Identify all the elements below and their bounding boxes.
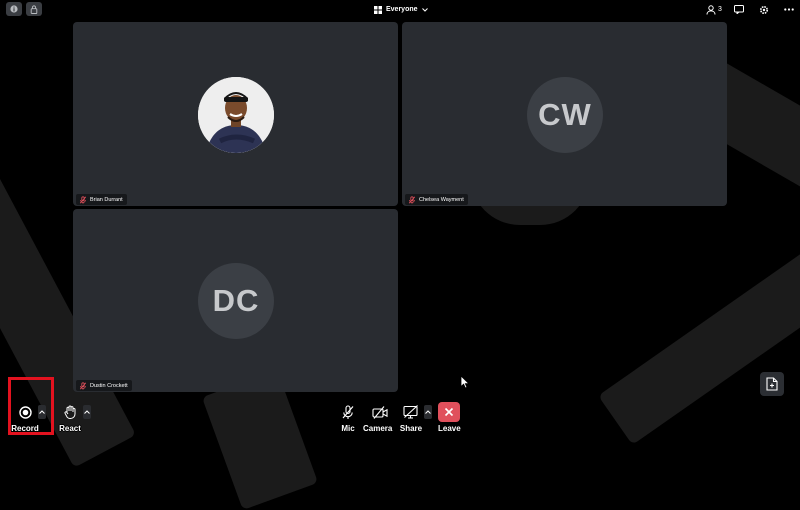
participant-tile[interactable]: Brian Durrant [73, 22, 398, 206]
record-icon [18, 405, 32, 419]
avatar-initials: DC [212, 283, 260, 318]
participant-name-tag: Chelsea Wayment [405, 194, 468, 205]
react-label: React [59, 424, 81, 433]
participant-count: 3 [718, 6, 722, 13]
leave-label: Leave [438, 424, 461, 433]
document-add-icon [766, 377, 778, 391]
participant-name-tag: Dustin Crockett [76, 380, 132, 391]
mic-muted-icon [408, 195, 416, 204]
record-label: Record [11, 424, 39, 433]
mic-label: Mic [341, 424, 355, 433]
chat-icon [734, 5, 744, 14]
camera-button[interactable] [369, 402, 391, 422]
participant-name: Chelsea Wayment [419, 196, 464, 203]
participant-tile[interactable]: DC Dustin Crockett [73, 209, 398, 392]
mouse-cursor-icon [460, 375, 470, 389]
mic-muted-icon [342, 404, 354, 419]
participant-name: Brian Durrant [90, 196, 123, 203]
top-bar: Everyone 3 [0, 0, 800, 18]
lock-icon [30, 4, 38, 14]
background-stripe [598, 235, 800, 445]
camera-off-icon [372, 405, 388, 419]
participant-name-tag: Brian Durrant [76, 194, 127, 205]
mic-button[interactable] [337, 402, 359, 422]
record-button[interactable] [14, 402, 36, 422]
mic-muted-icon [79, 381, 87, 390]
chevron-up-icon [84, 410, 90, 414]
leave-control: Leave [438, 402, 461, 433]
lock-button[interactable] [26, 2, 42, 16]
share-button[interactable] [400, 402, 422, 422]
info-icon [10, 5, 18, 13]
record-options-button[interactable] [38, 405, 46, 419]
share-control: Share [400, 402, 432, 433]
react-button[interactable] [59, 402, 81, 422]
more-icon [784, 8, 794, 11]
chat-button[interactable] [734, 3, 744, 16]
share-label: Share [399, 424, 423, 433]
mic-control: Mic [337, 402, 359, 433]
view-label: Everyone [386, 6, 418, 13]
participants-button[interactable]: 3 [706, 3, 722, 16]
avatar-initials: CW [538, 97, 592, 132]
mic-muted-icon [79, 195, 87, 204]
share-options-button[interactable] [424, 405, 432, 419]
chevron-up-icon [39, 410, 45, 414]
chevron-up-icon [425, 410, 431, 414]
avatar: DC [198, 263, 274, 339]
avatar: CW [527, 77, 603, 153]
participants-icon [706, 4, 716, 15]
react-control: React [59, 402, 91, 433]
chevron-down-icon [421, 7, 428, 12]
camera-control: Camera [363, 402, 392, 433]
notes-button[interactable] [760, 372, 784, 396]
view-selector[interactable]: Everyone [374, 3, 428, 16]
participant-name: Dustin Crockett [90, 382, 128, 389]
share-screen-off-icon [403, 405, 418, 419]
react-options-button[interactable] [83, 405, 91, 419]
close-icon [445, 407, 454, 417]
record-control: Record [11, 402, 46, 433]
grid-icon [374, 5, 382, 14]
avatar [198, 77, 274, 153]
info-button[interactable] [6, 2, 22, 16]
settings-icon [759, 5, 769, 14]
camera-label: Camera [363, 424, 393, 433]
more-button[interactable] [784, 3, 794, 16]
hand-icon [63, 405, 75, 419]
participant-tile[interactable]: CW Chelsea Wayment [402, 22, 727, 206]
leave-button[interactable] [438, 402, 461, 422]
settings-button[interactable] [759, 3, 769, 16]
